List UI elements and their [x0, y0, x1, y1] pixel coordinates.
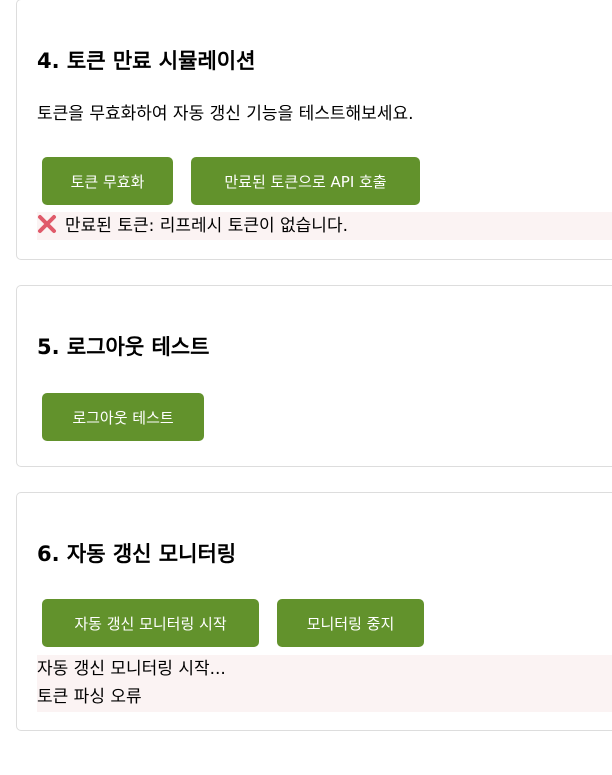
token-expiry-section: 4. 토큰 만료 시뮬레이션 토큰을 무효화하여 자동 갱신 기능을 테스트해보…	[16, 0, 612, 260]
section-title: 4. 토큰 만료 시뮬레이션	[37, 49, 256, 73]
page: 4. 토큰 만료 시뮬레이션 토큰을 무효화하여 자동 갱신 기능을 테스트해보…	[0, 0, 612, 775]
auto-refresh-monitoring-section: 6. 자동 갱신 모니터링 자동 갱신 모니터링 시작 모니터링 중지 자동 갱…	[16, 492, 612, 731]
section-description: 토큰을 무효화하여 자동 갱신 기능을 테스트해보세요.	[37, 104, 414, 124]
section-title: 6. 자동 갱신 모니터링	[37, 542, 237, 566]
invalidate-token-button[interactable]: 토큰 무효화	[42, 157, 173, 205]
expiry-result-text: 만료된 토큰: 리프레시 토큰이 없습니다.	[65, 216, 348, 236]
expiry-result-box: 만료된 토큰: 리프레시 토큰이 없습니다.	[37, 212, 612, 240]
logout-test-button[interactable]: 로그아웃 테스트	[42, 393, 204, 441]
monitoring-log-box: 자동 갱신 모니터링 시작... 토큰 파싱 오류	[37, 655, 612, 712]
logout-test-section: 5. 로그아웃 테스트 로그아웃 테스트	[16, 285, 612, 467]
expired-token-api-call-button[interactable]: 만료된 토큰으로 API 호출	[191, 157, 420, 205]
start-monitoring-button[interactable]: 자동 갱신 모니터링 시작	[42, 599, 259, 647]
section-title: 5. 로그아웃 테스트	[37, 335, 210, 359]
log-line: 토큰 파싱 오류	[37, 687, 142, 707]
expiry-result-line: 만료된 토큰: 리프레시 토큰이 없습니다.	[37, 212, 612, 240]
cross-mark-icon	[38, 215, 56, 233]
log-line: 자동 갱신 모니터링 시작...	[37, 659, 226, 679]
stop-monitoring-button[interactable]: 모니터링 중지	[277, 599, 424, 647]
